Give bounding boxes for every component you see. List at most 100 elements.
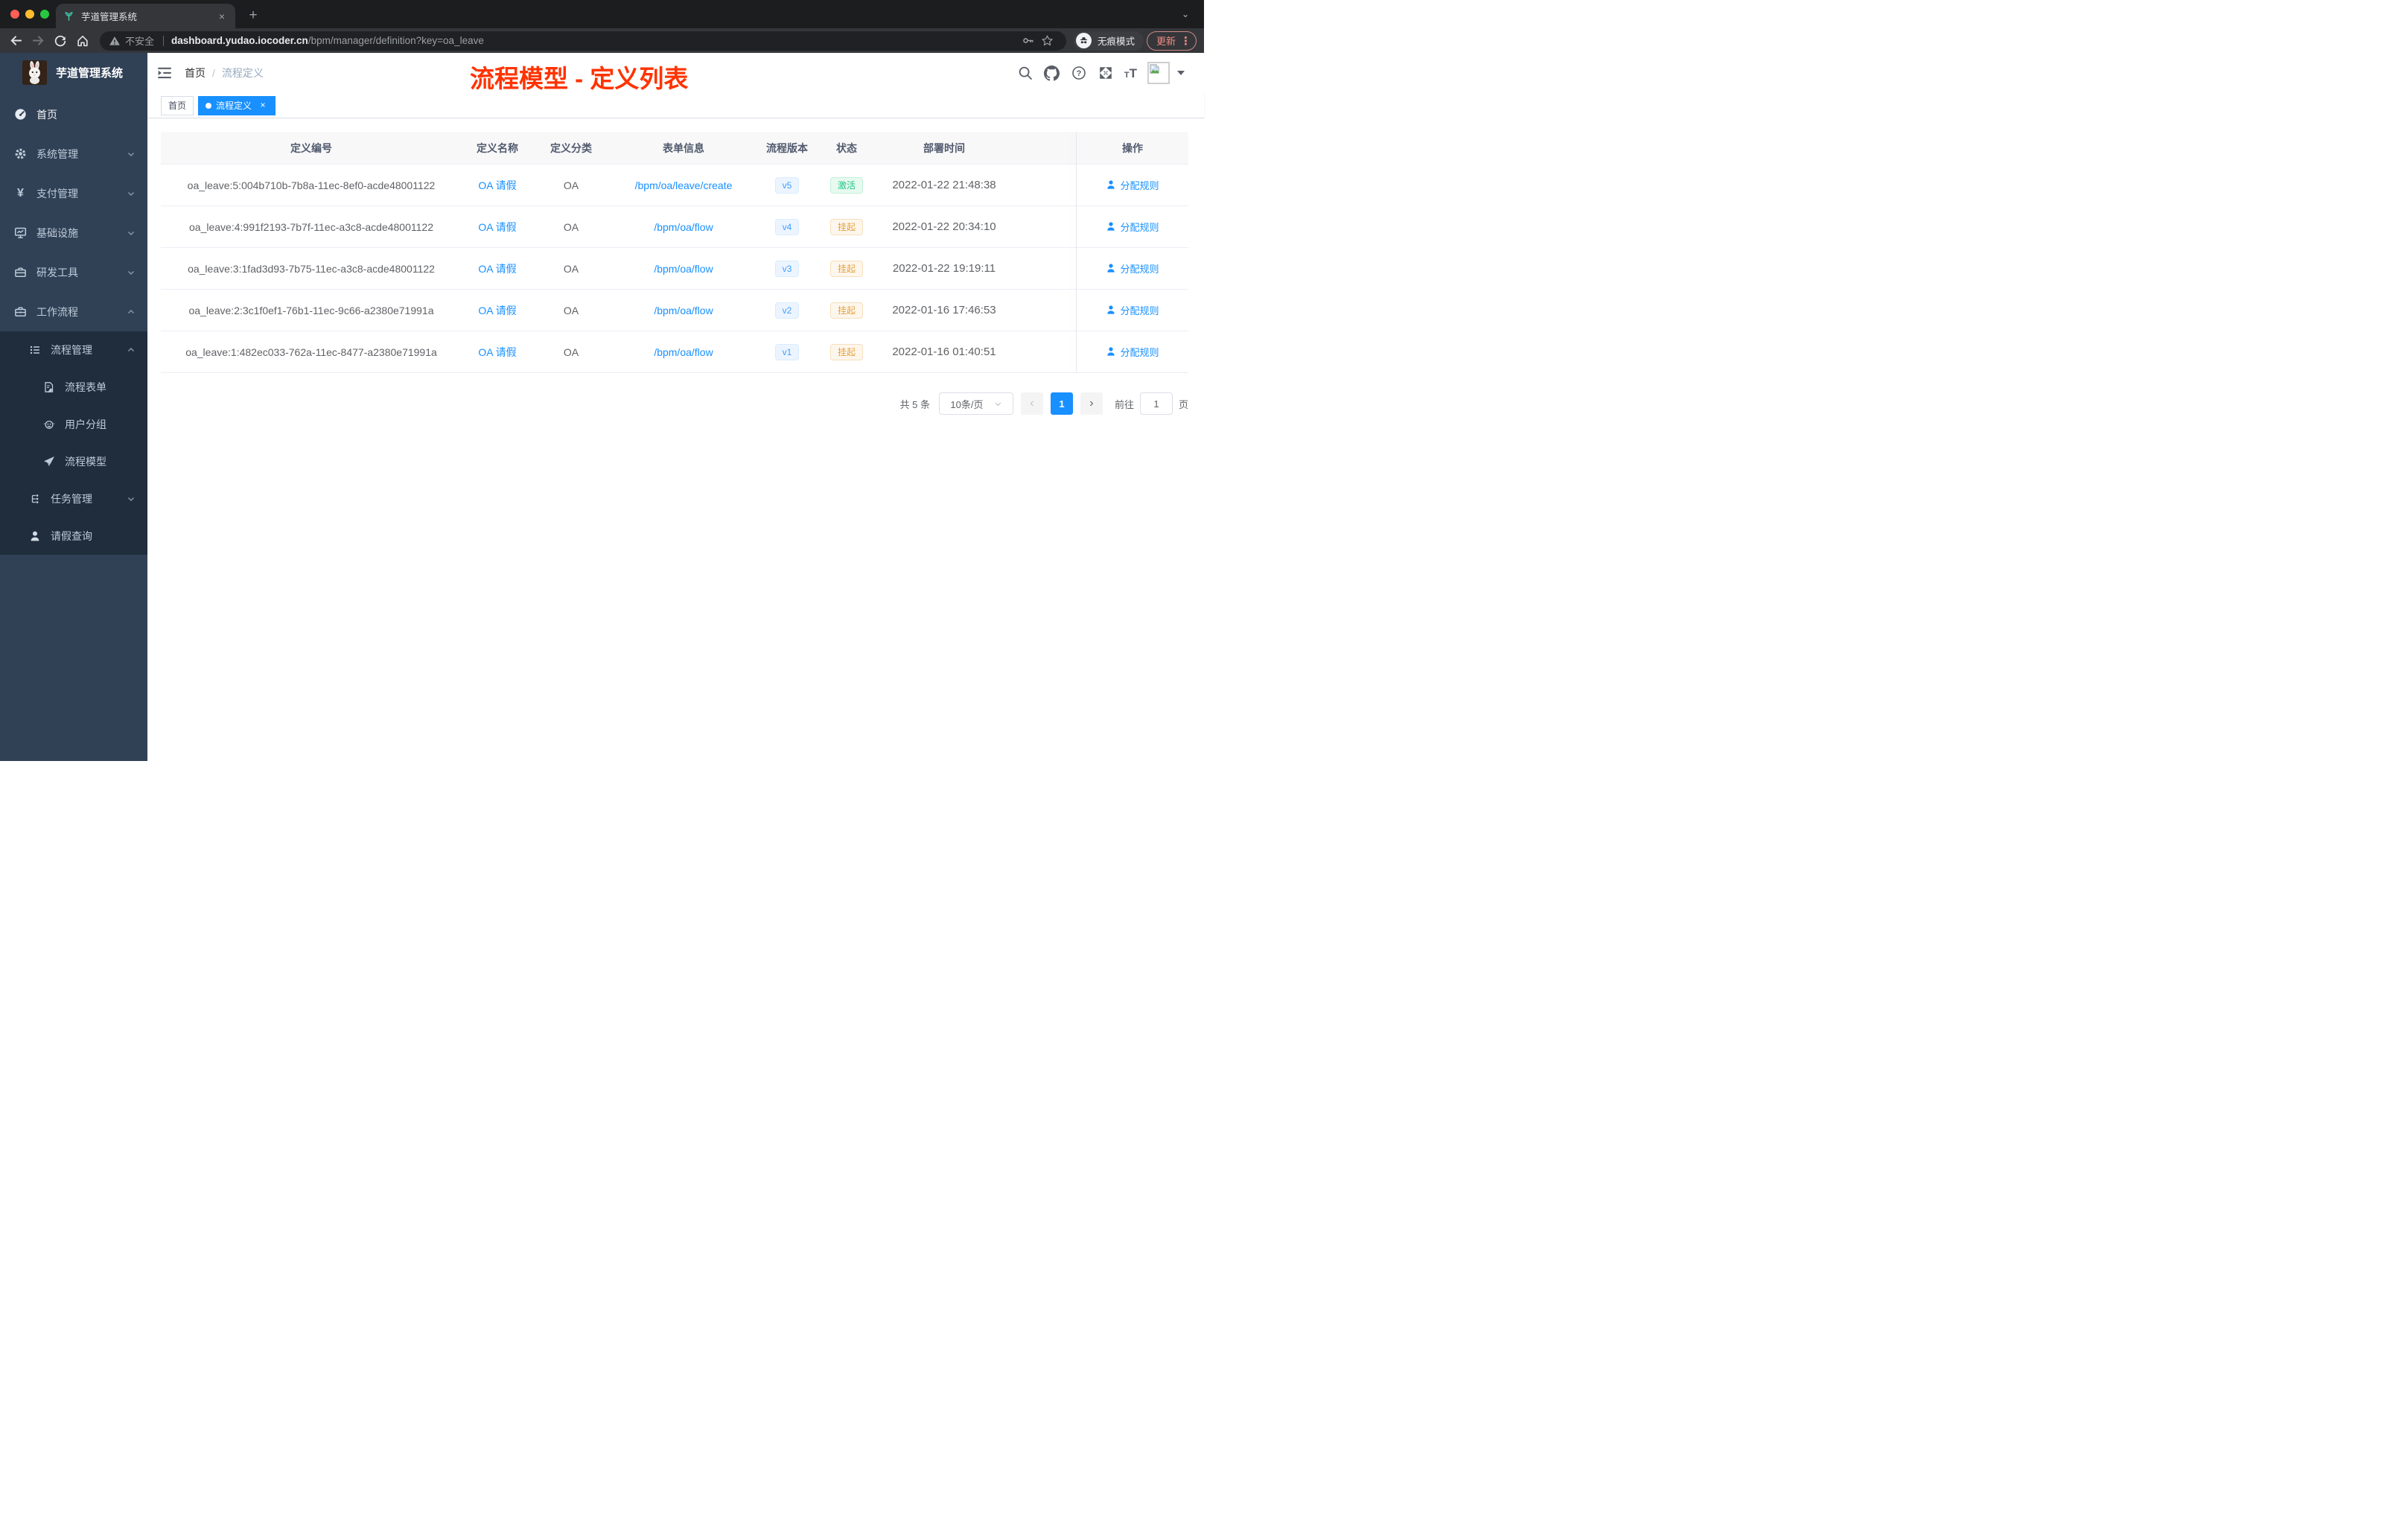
browser-menu-kebab-icon[interactable] bbox=[1180, 34, 1191, 48]
definition-name-link[interactable]: OA 请假 bbox=[478, 263, 516, 275]
col-header-category: 定义分类 bbox=[533, 132, 609, 165]
close-window-button[interactable] bbox=[10, 10, 19, 19]
table-row: oa_leave:4:991f2193-7b7f-11ec-a3c8-acde4… bbox=[161, 206, 1188, 248]
assign-rule-button[interactable]: 分配规则 bbox=[1106, 178, 1159, 192]
version-badge: v1 bbox=[774, 343, 800, 360]
minimize-window-button[interactable] bbox=[25, 10, 34, 19]
avatar[interactable] bbox=[1147, 62, 1170, 84]
sidebar-item-dev-tools[interactable]: 研发工具 bbox=[0, 252, 147, 292]
version-badge: v5 bbox=[774, 176, 800, 194]
goto-page-input[interactable] bbox=[1139, 392, 1173, 415]
definition-name-link[interactable]: OA 请假 bbox=[478, 305, 516, 316]
sidebar-item-process-model[interactable]: 流程模型 bbox=[0, 443, 147, 480]
tag-close-icon[interactable] bbox=[258, 101, 268, 111]
assign-rule-label: 分配规则 bbox=[1120, 305, 1159, 316]
form-link[interactable]: /bpm/oa/flow bbox=[654, 305, 713, 316]
sidebar-item-system-mgmt[interactable]: 系统管理 bbox=[0, 134, 147, 173]
font-size-icon[interactable]: TT bbox=[1124, 67, 1137, 80]
sidebar-item-infrastructure[interactable]: 基础设施 bbox=[0, 213, 147, 252]
form-link[interactable]: /bpm/oa/flow bbox=[654, 346, 713, 358]
monitor-icon bbox=[14, 226, 27, 239]
active-dot-icon bbox=[206, 102, 212, 109]
new-tab-button[interactable] bbox=[244, 7, 262, 24]
forward-icon[interactable] bbox=[28, 31, 48, 51]
form-link[interactable]: /bpm/oa/flow bbox=[654, 263, 713, 275]
assign-rule-button[interactable]: 分配规则 bbox=[1106, 345, 1159, 359]
form-link[interactable]: /bpm/oa/leave/create bbox=[635, 179, 733, 191]
hamburger-icon[interactable] bbox=[156, 65, 173, 81]
tag-label: 首页 bbox=[168, 101, 187, 111]
sidebar-item-process-mgmt[interactable]: 流程管理 bbox=[0, 331, 147, 369]
sidebar-item-leave-query[interactable]: 请假查询 bbox=[0, 518, 147, 555]
tab-close-icon[interactable] bbox=[216, 10, 228, 22]
sidebar-item-process-form[interactable]: 流程表单 bbox=[0, 369, 147, 406]
browser-update-button[interactable]: 更新 bbox=[1146, 31, 1197, 51]
user-icon bbox=[1107, 222, 1115, 231]
search-icon[interactable] bbox=[1017, 65, 1033, 81]
sidebar-item-workflow[interactable]: 工作流程 bbox=[0, 292, 147, 331]
pagination: 共 5 条 10条/页 1 前往 页 bbox=[161, 392, 1188, 415]
tag-home[interactable]: 首页 bbox=[161, 95, 194, 115]
prev-page-button[interactable] bbox=[1020, 392, 1043, 415]
page-size-select[interactable]: 10条/页 bbox=[938, 392, 1013, 415]
status-badge: 挂起 bbox=[829, 218, 863, 235]
reload-icon[interactable] bbox=[51, 31, 70, 51]
avatar-caret-icon[interactable] bbox=[1177, 71, 1185, 75]
cell-deploy-time: 2022-01-22 19:19:11 bbox=[877, 248, 1011, 290]
cell-definition-id: oa_leave:4:991f2193-7b7f-11ec-a3c8-acde4… bbox=[161, 206, 462, 248]
tab-search-chevron-icon[interactable] bbox=[1182, 9, 1189, 19]
col-header-filler bbox=[1011, 132, 1077, 165]
app-navbar: 首页 / 流程定义 流程模型 - 定义列表 ? TT bbox=[147, 53, 1204, 93]
cell-definition-id: oa_leave:5:004b710b-7b8a-11ec-8ef0-acde4… bbox=[161, 165, 462, 206]
chevron-up-icon bbox=[127, 308, 136, 316]
tag-process-definition[interactable]: 流程定义 bbox=[198, 95, 276, 115]
home-icon[interactable] bbox=[73, 31, 92, 51]
github-icon[interactable] bbox=[1044, 65, 1060, 81]
sidebar-item-user-group[interactable]: 用户分组 bbox=[0, 406, 147, 443]
definition-name-link[interactable]: OA 请假 bbox=[478, 179, 516, 191]
table-row: oa_leave:5:004b710b-7b8a-11ec-8ef0-acde4… bbox=[161, 165, 1188, 206]
assign-rule-button[interactable]: 分配规则 bbox=[1106, 261, 1159, 276]
incognito-icon bbox=[1075, 33, 1092, 48]
not-secure-warning-icon bbox=[109, 36, 120, 45]
svg-text:?: ? bbox=[1077, 69, 1082, 78]
col-header-name: 定义名称 bbox=[462, 132, 533, 165]
sidebar-item-label: 流程模型 bbox=[65, 456, 106, 468]
breadcrumb: 首页 / 流程定义 bbox=[185, 66, 264, 80]
address-bar[interactable]: 不安全 dashboard.yudao.iocoder.cn/bpm/manag… bbox=[100, 31, 1066, 51]
chevron-up-icon bbox=[127, 346, 136, 354]
user-icon bbox=[1107, 305, 1115, 314]
zoom-window-button[interactable] bbox=[40, 10, 49, 19]
sidebar-item-home[interactable]: 首页 bbox=[0, 95, 147, 134]
form-link[interactable]: /bpm/oa/flow bbox=[654, 221, 713, 233]
cell-category: OA bbox=[533, 165, 609, 206]
user-icon bbox=[1107, 264, 1115, 273]
definition-name-link[interactable]: OA 请假 bbox=[478, 221, 516, 233]
cell-definition-id: oa_leave:2:3c1f0ef1-76b1-11ec-9c66-a2380… bbox=[161, 290, 462, 331]
sidebar-item-payment-mgmt[interactable]: ¥ 支付管理 bbox=[0, 173, 147, 213]
password-key-icon[interactable] bbox=[1019, 31, 1038, 51]
status-badge: 挂起 bbox=[829, 302, 863, 319]
definition-name-link[interactable]: OA 请假 bbox=[478, 346, 516, 358]
app-logo-avatar bbox=[22, 60, 47, 85]
assign-rule-button[interactable]: 分配规则 bbox=[1106, 303, 1159, 317]
bookmark-star-icon[interactable] bbox=[1038, 31, 1057, 51]
sidebar-item-task-mgmt[interactable]: 任务管理 bbox=[0, 480, 147, 518]
security-label[interactable]: 不安全 bbox=[125, 34, 154, 48]
table-row: oa_leave:3:1fad3d93-7b75-11ec-a3c8-acde4… bbox=[161, 248, 1188, 290]
fullscreen-icon[interactable] bbox=[1098, 65, 1114, 81]
dashboard-icon bbox=[14, 108, 27, 121]
url-text[interactable]: dashboard.yudao.iocoder.cn/bpm/manager/d… bbox=[171, 35, 484, 46]
breadcrumb-home[interactable]: 首页 bbox=[185, 66, 206, 80]
incognito-badge: 无痕模式 bbox=[1073, 31, 1144, 51]
back-icon[interactable] bbox=[6, 31, 25, 51]
cell-deploy-time: 2022-01-22 20:34:10 bbox=[877, 206, 1011, 248]
help-icon[interactable]: ? bbox=[1071, 65, 1087, 81]
cell-deploy-time: 2022-01-16 17:46:53 bbox=[877, 290, 1011, 331]
sidebar-item-label: 支付管理 bbox=[36, 187, 78, 200]
next-page-button[interactable] bbox=[1080, 392, 1103, 415]
assign-rule-button[interactable]: 分配规则 bbox=[1106, 220, 1159, 234]
browser-tab[interactable]: 芋道管理系统 bbox=[56, 4, 235, 28]
page-number-1[interactable]: 1 bbox=[1050, 392, 1073, 415]
sidebar-item-label: 系统管理 bbox=[36, 147, 78, 160]
